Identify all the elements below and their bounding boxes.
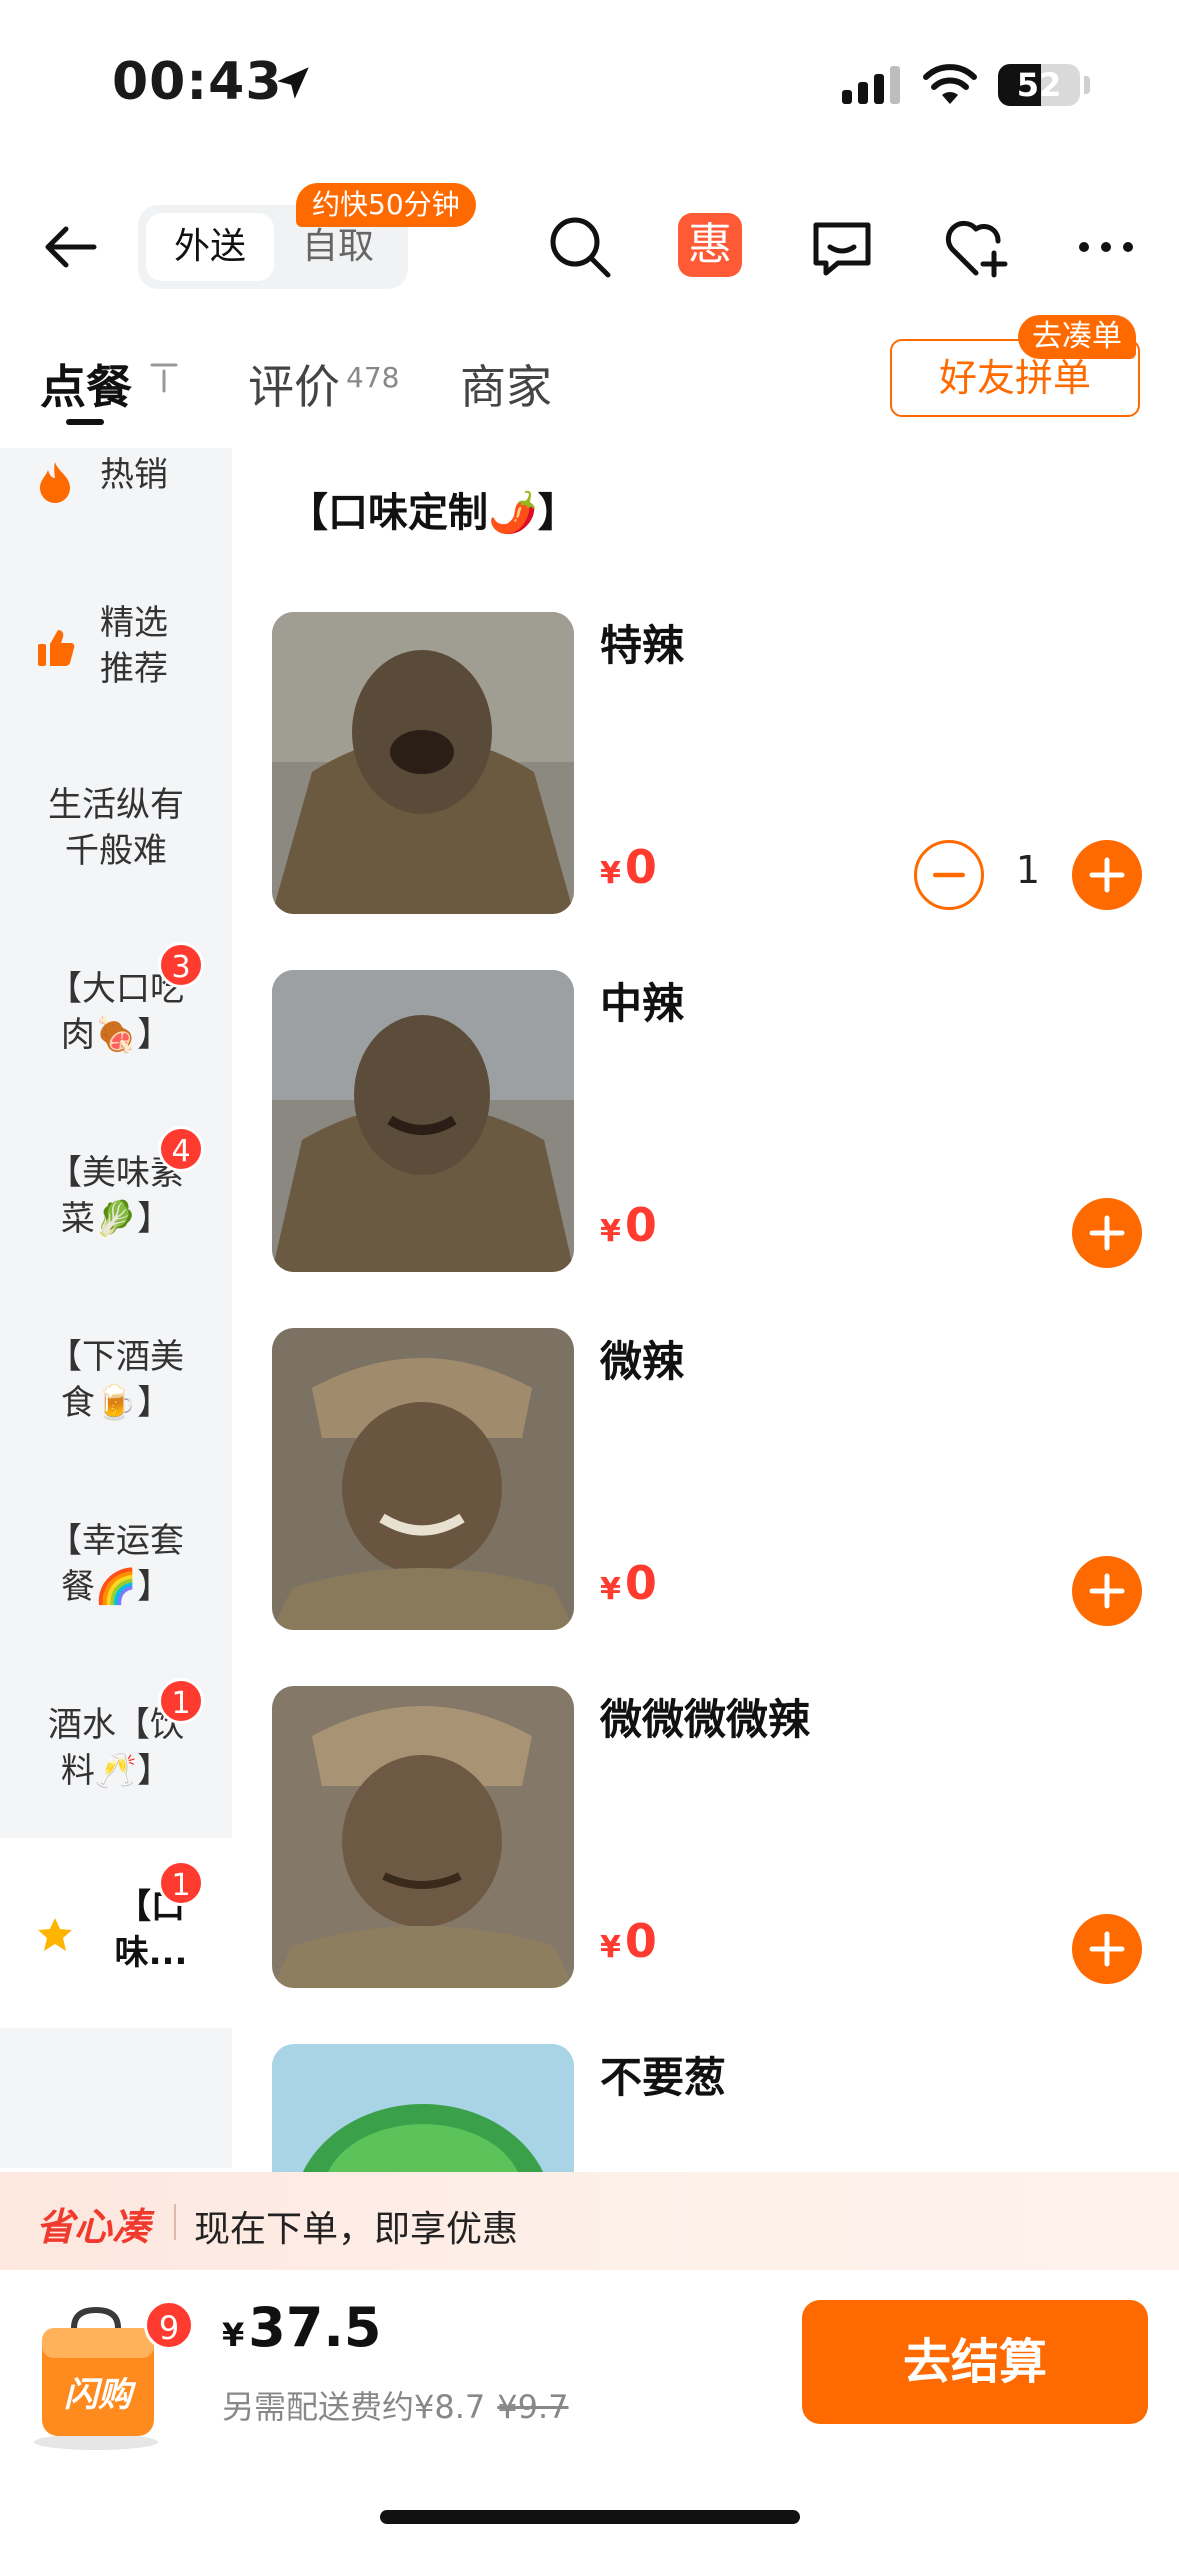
cellular-signal-icon xyxy=(842,66,900,104)
item-name: 中辣 xyxy=(600,979,685,1028)
header-nav: 外送 自取 约快50分钟 惠 xyxy=(0,175,1179,315)
sidebar-item-label: 热销 xyxy=(100,455,168,495)
delivery-fee-text: 另需配送费约¥8.7 xyxy=(222,2388,486,2426)
section-title: 【口味定制🌶️】 xyxy=(288,490,578,536)
item-photo[interactable] xyxy=(272,1686,574,1988)
star-icon xyxy=(38,1918,72,1951)
price-value: 0 xyxy=(624,1198,657,1252)
battery-tip xyxy=(1084,76,1090,94)
sidebar-item-featured[interactable]: 精选 推荐 xyxy=(0,600,232,700)
menu-item[interactable]: 不要葱 xyxy=(272,2044,1152,2172)
delivery-fee: 另需配送费约¥8.7 ¥9.7 xyxy=(222,2382,569,2428)
currency-symbol: ¥ xyxy=(600,1214,621,1249)
currency-symbol: ¥ xyxy=(600,1930,621,1965)
promo-banner[interactable]: 省心凑 现在下单，即享优惠 xyxy=(0,2172,1179,2270)
sidebar-item-label: 【下酒美 食🍺】 xyxy=(48,1337,184,1423)
price-value: 0 xyxy=(624,1914,657,1968)
sidebar-item-meat[interactable]: 【大口吃 肉🍖】 3 xyxy=(0,942,232,1066)
battery-percent: 52 xyxy=(1016,66,1062,104)
item-price: ¥0 xyxy=(600,840,657,894)
item-name: 微辣 xyxy=(600,1337,685,1386)
promo-divider xyxy=(174,2204,176,2240)
cart-count-badge: 3 xyxy=(158,942,204,988)
thumbs-up-icon xyxy=(38,630,75,666)
checkout-button[interactable]: 去结算 xyxy=(802,2300,1148,2424)
item-price: ¥0 xyxy=(600,1198,657,1252)
menu-item[interactable]: 特辣 ¥0 1 xyxy=(272,612,1152,916)
sidebar-item-hot[interactable]: 热销 xyxy=(0,448,232,548)
item-name: 特辣 xyxy=(600,621,685,670)
cart-count-badge: 9 xyxy=(144,2300,194,2350)
sidebar-item-label: 生活纵有 千般难 xyxy=(48,785,184,871)
sidebar-item-drinks[interactable]: 酒水【饮 料🥂】 1 xyxy=(0,1678,232,1802)
shopping-bag-logo-text: 闪购 xyxy=(64,2375,137,2415)
sidebar-item-label: 【幸运套 餐🌈】 xyxy=(48,1521,184,1607)
home-indicator[interactable] xyxy=(380,2510,800,2524)
tab-reviews-label: 评价 xyxy=(248,360,340,414)
cart-count-badge: 1 xyxy=(158,1860,204,1906)
wifi-icon xyxy=(923,64,977,104)
tab-merchant[interactable]: 商家 xyxy=(460,351,552,417)
group-order-badge: 去凑单 xyxy=(1018,315,1136,359)
cart-count-badge: 1 xyxy=(158,1678,204,1724)
price-value: 0 xyxy=(624,1556,657,1610)
currency-symbol: ¥ xyxy=(600,1572,621,1607)
add-item-button[interactable] xyxy=(1072,1556,1142,1626)
cart-total: ¥37.5 xyxy=(222,2296,382,2359)
discount-hui-button[interactable]: 惠 xyxy=(678,213,742,277)
battery-indicator: 52 xyxy=(998,64,1080,106)
item-photo[interactable] xyxy=(272,970,574,1272)
item-price: ¥0 xyxy=(600,1556,657,1610)
back-arrow-icon[interactable] xyxy=(40,215,104,279)
item-photo[interactable] xyxy=(272,2044,574,2172)
sidebar-item-snacks[interactable]: 【下酒美 食🍺】 xyxy=(0,1334,232,1434)
menu-item[interactable]: 微辣 ¥0 xyxy=(272,1328,1152,1632)
add-item-button[interactable] xyxy=(1072,1198,1142,1268)
favorite-add-icon[interactable] xyxy=(940,211,1012,283)
message-icon[interactable] xyxy=(806,211,878,283)
price-value: 0 xyxy=(624,840,657,894)
fire-icon xyxy=(40,462,70,503)
tab-reviews[interactable]: 评价 478 xyxy=(248,351,399,417)
sidebar-item-life[interactable]: 生活纵有 千般难 xyxy=(0,782,232,882)
sidebar-item-veg[interactable]: 【美味素 菜🥬】 4 xyxy=(0,1126,232,1250)
item-name: 不要葱 xyxy=(600,2053,727,2102)
tab-order[interactable]: 点餐 xyxy=(40,351,132,417)
sidebar-item-combo[interactable]: 【幸运套 餐🌈】 xyxy=(0,1518,232,1618)
total-value: 37.5 xyxy=(248,2296,382,2359)
location-arrow-icon xyxy=(277,67,309,99)
sidebar-filler xyxy=(0,2028,232,2168)
store-tabs: 点餐 评价 478 商家 好友拼单 去凑单 xyxy=(0,315,1179,445)
menu-item[interactable]: 微微微微辣 ¥0 xyxy=(272,1686,1152,1990)
add-item-button[interactable] xyxy=(1072,1914,1142,1984)
tab-active-underline xyxy=(66,419,104,425)
status-time: 00:43 xyxy=(112,52,283,112)
item-name: 微微微微辣 xyxy=(600,1695,811,1744)
item-photo[interactable] xyxy=(272,1328,574,1630)
item-quantity: 1 xyxy=(1015,848,1041,892)
more-icon[interactable] xyxy=(1070,211,1142,283)
delivery-fee-original: ¥9.7 xyxy=(497,2388,569,2426)
mode-delivery-tab[interactable]: 外送 xyxy=(146,213,274,281)
status-bar: 00:43 52 xyxy=(0,0,1179,175)
currency-symbol: ¥ xyxy=(600,856,621,891)
pin-top-icon[interactable] xyxy=(148,361,180,393)
menu-item[interactable]: 中辣 ¥0 xyxy=(272,970,1152,1274)
currency-symbol: ¥ xyxy=(222,2316,245,2354)
reviews-count: 478 xyxy=(346,360,400,394)
add-item-button[interactable] xyxy=(1072,840,1142,910)
eta-badge: 约快50分钟 xyxy=(296,183,476,227)
promo-brand: 省心凑 xyxy=(36,2205,151,2249)
promo-text: 现在下单，即享优惠 xyxy=(194,2209,519,2250)
decrease-quantity-button[interactable] xyxy=(914,840,984,910)
sidebar-item-flavor-active[interactable]: 【口 味... 1 xyxy=(0,1838,232,2028)
cart-count-badge: 4 xyxy=(158,1126,204,1172)
item-price: ¥0 xyxy=(600,1914,657,1968)
search-icon[interactable] xyxy=(544,211,616,283)
item-photo[interactable] xyxy=(272,612,574,914)
sidebar-item-label: 精选 推荐 xyxy=(100,603,168,689)
